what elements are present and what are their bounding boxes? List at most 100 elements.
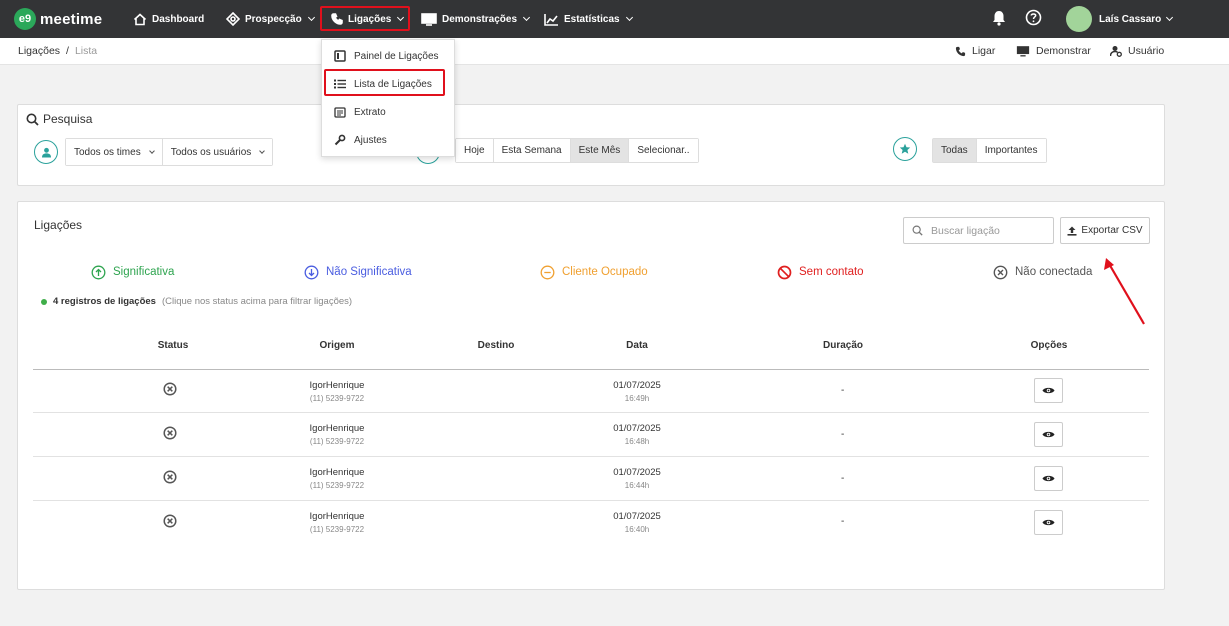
- wrench-icon: [334, 134, 346, 146]
- records-hint: (Clique nos status acima para filtrar li…: [161, 296, 353, 307]
- search-icon: [26, 113, 39, 126]
- status-filter-significativa-label: Significativa: [113, 266, 175, 278]
- x-circle-icon: [163, 470, 177, 484]
- menu-item-extrato[interactable]: Extrato: [322, 98, 454, 126]
- nav-ligacoes-highlight: [320, 6, 410, 31]
- target-icon: [226, 12, 240, 26]
- date-cell: 01/07/2025 16:49h: [613, 380, 661, 403]
- status-filter-significativa[interactable]: Significativa: [91, 263, 174, 281]
- nav-demonstracoes[interactable]: Demonstrações: [421, 0, 531, 38]
- nav-prospeccao-label: Prospecção: [245, 13, 302, 25]
- statement-icon: [334, 106, 346, 118]
- col-header-status: Status: [157, 340, 189, 351]
- team-user-selects: Todos os times Todos os usuários: [65, 138, 274, 166]
- period-option-mes[interactable]: Este Mês: [570, 139, 630, 162]
- call-button[interactable]: Ligar: [955, 38, 995, 64]
- upload-icon: [1067, 226, 1077, 236]
- row-divider: [33, 412, 1149, 413]
- chevron-down-icon: [259, 148, 266, 154]
- team-select[interactable]: Todos os times: [66, 139, 163, 165]
- period-option-selecionar[interactable]: Selecionar..: [629, 139, 698, 162]
- priority-option-importantes[interactable]: Importantes: [976, 139, 1046, 162]
- date-cell: 01/07/2025 16:40h: [613, 511, 661, 534]
- user-select[interactable]: Todos os usuários: [162, 139, 273, 165]
- origin-phone: (11) 5239-9722: [309, 525, 365, 534]
- status-filter-cliente-ocupado[interactable]: Cliente Ocupado: [540, 263, 648, 281]
- search-panel-title: Pesquisa: [26, 112, 92, 126]
- bell-icon[interactable]: [991, 9, 1007, 27]
- chevron-down-icon: [522, 13, 531, 22]
- search-panel-title-text: Pesquisa: [43, 112, 93, 126]
- user-button[interactable]: Usuário: [1110, 38, 1164, 64]
- monitor-icon: [421, 12, 437, 26]
- nav-dashboard[interactable]: Dashboard: [133, 0, 204, 38]
- call-time: 16:40h: [624, 525, 650, 534]
- origin-cell: IgorHenrique (11) 5239-9722: [310, 380, 365, 403]
- menu-item-ajustes[interactable]: Ajustes: [322, 126, 454, 154]
- period-option-hoje[interactable]: Hoje: [456, 139, 494, 162]
- export-csv-button[interactable]: Exportar CSV: [1060, 217, 1150, 244]
- origin-cell: IgorHenrique (11) 5239-9722: [310, 511, 365, 534]
- view-call-button[interactable]: [1034, 378, 1063, 403]
- duration-cell: -: [841, 473, 845, 484]
- menu-item-painel[interactable]: Painel de Ligações: [322, 42, 454, 70]
- menu-item-lista-highlight: [324, 69, 445, 96]
- nav-estatisticas[interactable]: Estatísticas: [544, 0, 633, 38]
- help-icon[interactable]: [1025, 9, 1042, 26]
- view-call-button[interactable]: [1034, 422, 1063, 447]
- status-filter-nao-conectada[interactable]: Não conectada: [993, 263, 1092, 281]
- user-button-label: Usuário: [1128, 45, 1165, 57]
- chevron-down-icon: [625, 13, 633, 22]
- origin-name: IgorHenrique: [309, 380, 365, 391]
- menu-item-extrato-label: Extrato: [354, 106, 386, 118]
- call-search-input[interactable]: [931, 224, 1041, 237]
- annotation-arrow-icon: [1104, 258, 1145, 325]
- period-option-semana[interactable]: Esta Semana: [493, 139, 571, 162]
- chevron-down-icon: [307, 13, 315, 22]
- star-filter-icon: [893, 137, 917, 161]
- call-search-box[interactable]: [903, 217, 1054, 244]
- status-filter-sem-contato[interactable]: Sem contato: [777, 263, 864, 281]
- user-name: Laís Cassaro: [1099, 13, 1162, 25]
- priority-option-todas[interactable]: Todas: [933, 139, 977, 162]
- x-circle-icon: [163, 382, 177, 396]
- call-date: 01/07/2025: [613, 380, 661, 391]
- col-header-origem: Origem: [319, 340, 355, 351]
- status-filter-nao-significativa-label: Não Significativa: [326, 266, 412, 278]
- status-filter-nao-significativa[interactable]: Não Significativa: [304, 263, 412, 281]
- eye-icon: [1042, 431, 1055, 438]
- user-icon: [41, 147, 51, 157]
- duration-cell: -: [841, 385, 845, 396]
- call-date: 01/07/2025: [613, 511, 661, 522]
- team-select-value: Todos os times: [74, 146, 141, 158]
- user-menu[interactable]: Laís Cassaro: [1099, 0, 1174, 38]
- ban-icon: [777, 265, 792, 279]
- demo-button[interactable]: Demonstrar: [1016, 38, 1091, 64]
- view-call-button[interactable]: [1034, 510, 1063, 535]
- logo-text: meetime: [40, 10, 103, 28]
- breadcrumb-current: Lista: [74, 45, 98, 57]
- breadcrumb-separator: /: [66, 45, 69, 57]
- avatar[interactable]: [1066, 6, 1092, 32]
- demo-button-label: Demonstrar: [1036, 45, 1091, 57]
- logo[interactable]: e9 meetime: [14, 8, 102, 30]
- origin-phone: (11) 5239-9722: [309, 437, 365, 446]
- view-call-button[interactable]: [1034, 466, 1063, 491]
- breadcrumb-parent[interactable]: Ligações: [18, 45, 60, 57]
- call-button-label: Ligar: [972, 45, 996, 57]
- eye-icon: [1042, 475, 1055, 482]
- sub-header: Ligações / Lista Ligar Demonstrar Usuári…: [0, 38, 1229, 65]
- priority-filter: Todas Importantes: [932, 138, 1047, 163]
- col-header-duracao: Duração: [822, 340, 864, 351]
- nav-prospeccao[interactable]: Prospecção: [226, 0, 315, 38]
- period-filter: Hoje Esta Semana Este Mês Selecionar..: [455, 138, 699, 163]
- menu-item-painel-label: Painel de Ligações: [354, 50, 439, 62]
- records-summary: 4 registros de ligações (Clique nos stat…: [41, 296, 352, 307]
- minus-circle-icon: [540, 265, 555, 279]
- date-cell: 01/07/2025 16:44h: [613, 467, 661, 490]
- call-date: 01/07/2025: [613, 423, 661, 434]
- arrow-down-circle-icon: [304, 265, 319, 279]
- call-time: 16:48h: [624, 437, 650, 446]
- x-circle-icon: [163, 514, 177, 528]
- logo-badge: e9: [14, 8, 36, 30]
